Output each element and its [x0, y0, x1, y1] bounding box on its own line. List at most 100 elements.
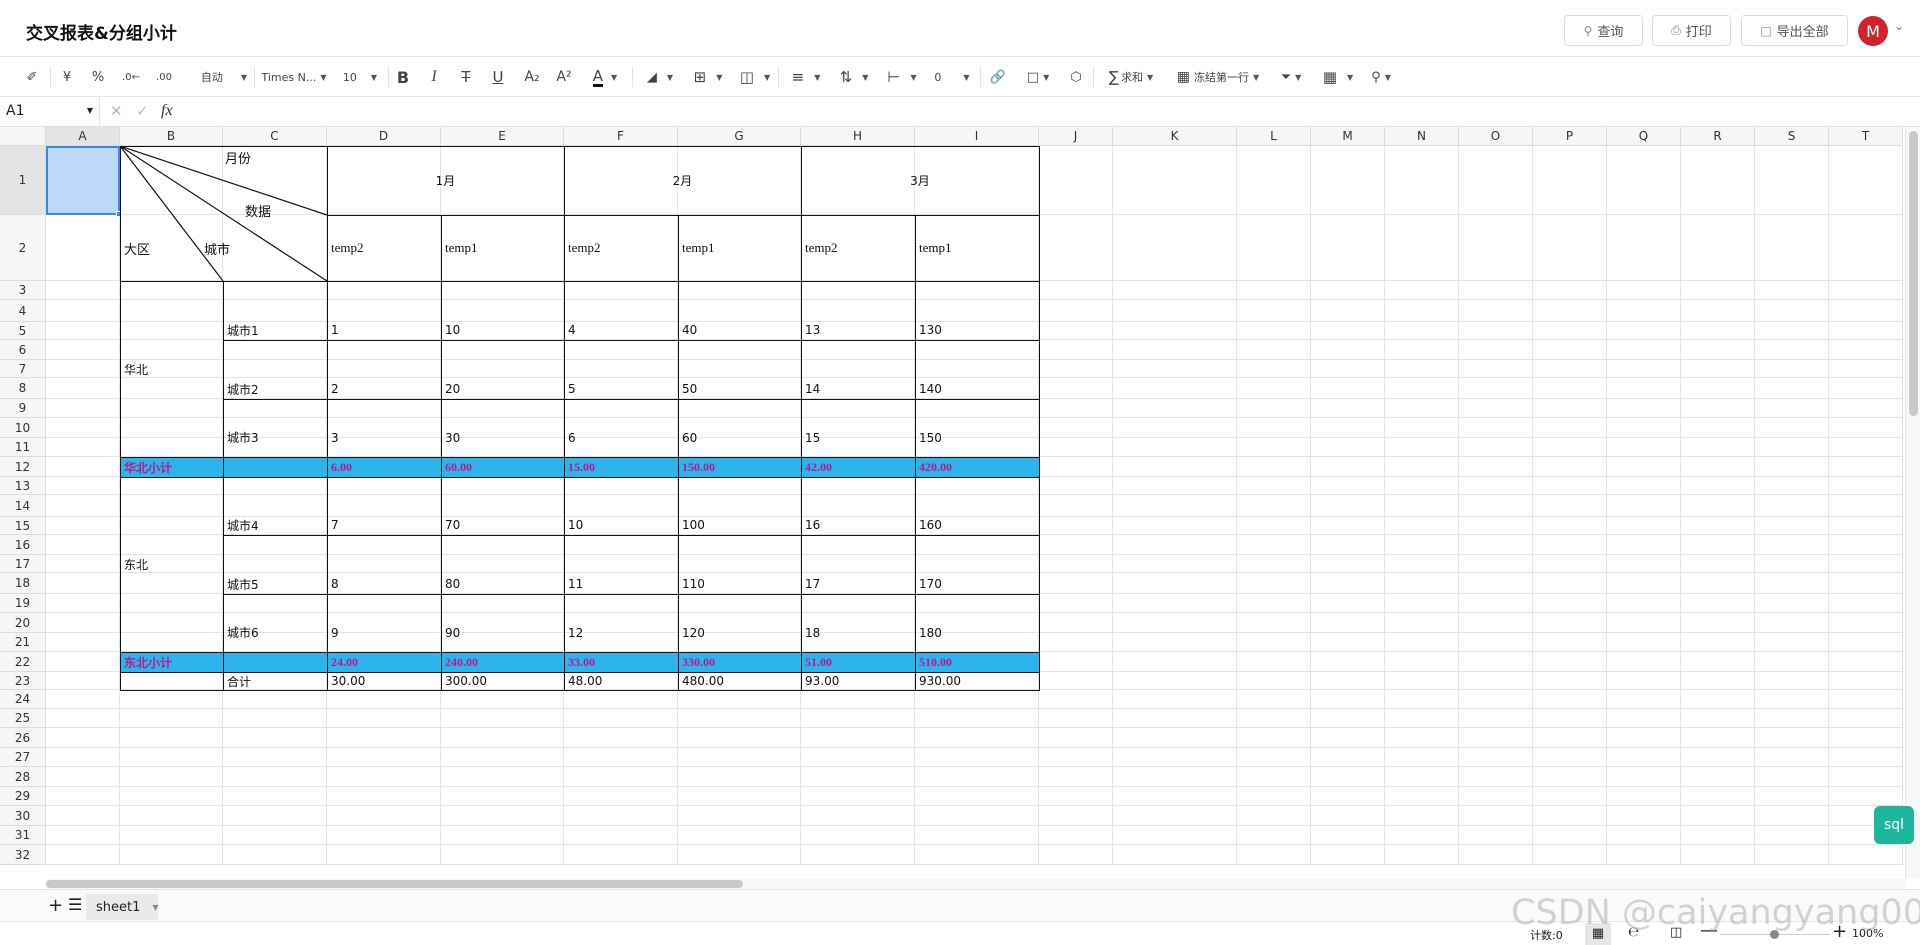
column-header[interactable]: F — [564, 127, 678, 146]
column-header[interactable]: K — [1113, 127, 1237, 146]
column-header[interactable]: L — [1237, 127, 1311, 146]
format-painter-icon[interactable]: ✐ — [22, 65, 42, 89]
row-header[interactable]: 22 — [0, 652, 46, 672]
column-header[interactable]: J — [1039, 127, 1113, 146]
row-header[interactable]: 16 — [0, 535, 46, 555]
row-header[interactable]: 19 — [0, 594, 46, 613]
sheet-tab[interactable]: sheet1 ▼ — [86, 894, 159, 920]
row-header[interactable]: 15 — [0, 517, 46, 535]
sum-button[interactable]: ∑ 求和 ▼ — [1102, 65, 1160, 89]
underline-icon[interactable]: U — [488, 65, 508, 89]
column-header[interactable]: T — [1829, 127, 1903, 146]
column-header[interactable]: P — [1533, 127, 1607, 146]
font-size-select[interactable]: 10 ▼ — [339, 65, 381, 89]
percent-icon[interactable]: % — [88, 65, 108, 89]
fill-color-icon[interactable]: ◢ ▼ — [640, 65, 680, 89]
row-header[interactable]: 26 — [0, 728, 46, 748]
align-left-icon[interactable]: ≡ ▼ — [786, 65, 826, 89]
sheet-list-icon[interactable]: ☰ — [68, 895, 82, 914]
column-header[interactable]: C — [223, 127, 327, 146]
row-header[interactable]: 14 — [0, 495, 46, 517]
conditional-format-icon[interactable]: ▦ ▼ — [1318, 65, 1358, 89]
column-header[interactable]: R — [1681, 127, 1755, 146]
subscript-icon[interactable]: A₂ — [521, 65, 543, 89]
row-header[interactable]: 11 — [0, 438, 46, 457]
freeze-button[interactable]: ▦ 冻结第一行 ▼ — [1172, 65, 1264, 89]
row-header[interactable]: 29 — [0, 787, 46, 806]
cube-icon[interactable]: ⬡ — [1066, 65, 1086, 89]
chevron-down-icon[interactable]: ⌄ — [1894, 19, 1904, 33]
strikethrough-icon[interactable]: T — [456, 65, 476, 89]
row-header[interactable]: 7 — [0, 360, 46, 378]
column-header[interactable]: Q — [1607, 127, 1681, 146]
row-header[interactable]: 27 — [0, 748, 46, 767]
row-header[interactable]: 17 — [0, 555, 46, 573]
merge-cells-icon[interactable]: ◫ ▼ — [735, 65, 775, 89]
number-format-select[interactable]: 自动 ▼ — [196, 65, 252, 89]
row-header[interactable]: 24 — [0, 690, 46, 709]
row-header[interactable]: 25 — [0, 709, 46, 728]
add-sheet-icon[interactable]: + — [48, 895, 63, 916]
row-header[interactable]: 20 — [0, 613, 46, 633]
column-header[interactable]: H — [801, 127, 915, 146]
row-header[interactable]: 5 — [0, 322, 46, 340]
row-header[interactable]: 28 — [0, 767, 46, 787]
column-header[interactable]: I — [915, 127, 1039, 146]
row-header[interactable]: 31 — [0, 826, 46, 845]
row-header[interactable]: 18 — [0, 573, 46, 594]
comment-icon[interactable]: □ ▼ — [1020, 65, 1056, 89]
column-header[interactable]: G — [678, 127, 801, 146]
fx-icon[interactable]: fx — [161, 102, 173, 120]
cell-reference-box[interactable]: A1 ▼ — [0, 97, 100, 126]
selected-cell[interactable] — [46, 146, 120, 215]
row-header[interactable]: 23 — [0, 672, 46, 690]
font-family-select[interactable]: Times N... ▼ — [259, 65, 329, 89]
column-header[interactable]: N — [1385, 127, 1459, 146]
column-header[interactable]: M — [1311, 127, 1385, 146]
decrease-decimal-icon[interactable]: .0← — [120, 65, 142, 89]
row-header[interactable]: 21 — [0, 633, 46, 652]
row-header[interactable]: 8 — [0, 378, 46, 399]
column-header[interactable]: E — [441, 127, 564, 146]
link-icon[interactable]: 🔗 — [988, 65, 1008, 89]
select-all-corner[interactable] — [0, 127, 46, 146]
row-header[interactable]: 30 — [0, 806, 46, 826]
text-wrap-icon[interactable]: ⊢ ▼ — [882, 65, 922, 89]
superscript-icon[interactable]: A² — [553, 65, 575, 89]
bold-icon[interactable]: B — [393, 65, 413, 89]
row-header[interactable]: 12 — [0, 457, 46, 477]
row-header[interactable]: 3 — [0, 281, 46, 300]
currency-icon[interactable]: ¥ — [58, 65, 76, 89]
row-header[interactable]: 9 — [0, 399, 46, 418]
column-header[interactable]: O — [1459, 127, 1533, 146]
sql-button[interactable]: sql — [1874, 806, 1914, 844]
query-button[interactable]: ⚲ 查询 — [1564, 15, 1643, 46]
row-header[interactable]: 13 — [0, 477, 46, 495]
horizontal-scroll-thumb[interactable] — [46, 880, 743, 888]
row-header[interactable]: 4 — [0, 300, 46, 322]
row-header[interactable]: 32 — [0, 845, 46, 865]
vertical-align-icon[interactable]: ⇅ ▼ — [834, 65, 874, 89]
row-header[interactable]: 10 — [0, 418, 46, 438]
vertical-scroll-thumb[interactable] — [1909, 131, 1918, 416]
row-header[interactable]: 2 — [0, 215, 46, 281]
horizontal-scrollbar[interactable] — [46, 879, 1905, 889]
filter-icon[interactable]: ⏷ ▼ — [1276, 65, 1306, 89]
column-header[interactable]: B — [120, 127, 223, 146]
text-rotation-select[interactable]: 0 ▼ — [932, 65, 972, 89]
column-header[interactable]: A — [46, 127, 120, 146]
border-icon[interactable]: ⊞ ▼ — [688, 65, 728, 89]
search-icon[interactable]: ⚲ ▼ — [1366, 65, 1396, 89]
avatar[interactable]: M — [1858, 16, 1888, 46]
spreadsheet-grid[interactable]: A B C D E F G H I J K L M N O P Q R S T 1 2 3 4 5 6 7 8 9 10 11 12 13 14 1… — [0, 127, 1905, 879]
print-button[interactable]: ⎙ 打印 — [1652, 15, 1731, 46]
font-color-icon[interactable]: A ▼ — [587, 65, 623, 89]
vertical-scrollbar[interactable] — [1905, 127, 1920, 879]
export-all-button[interactable]: □ 导出全部 — [1741, 15, 1848, 46]
row-header[interactable]: 1 — [0, 146, 46, 215]
column-header[interactable]: D — [327, 127, 441, 146]
increase-decimal-icon[interactable]: .00 — [152, 65, 176, 89]
italic-icon[interactable]: I — [424, 65, 444, 89]
row-header[interactable]: 6 — [0, 340, 46, 360]
column-header[interactable]: S — [1755, 127, 1829, 146]
